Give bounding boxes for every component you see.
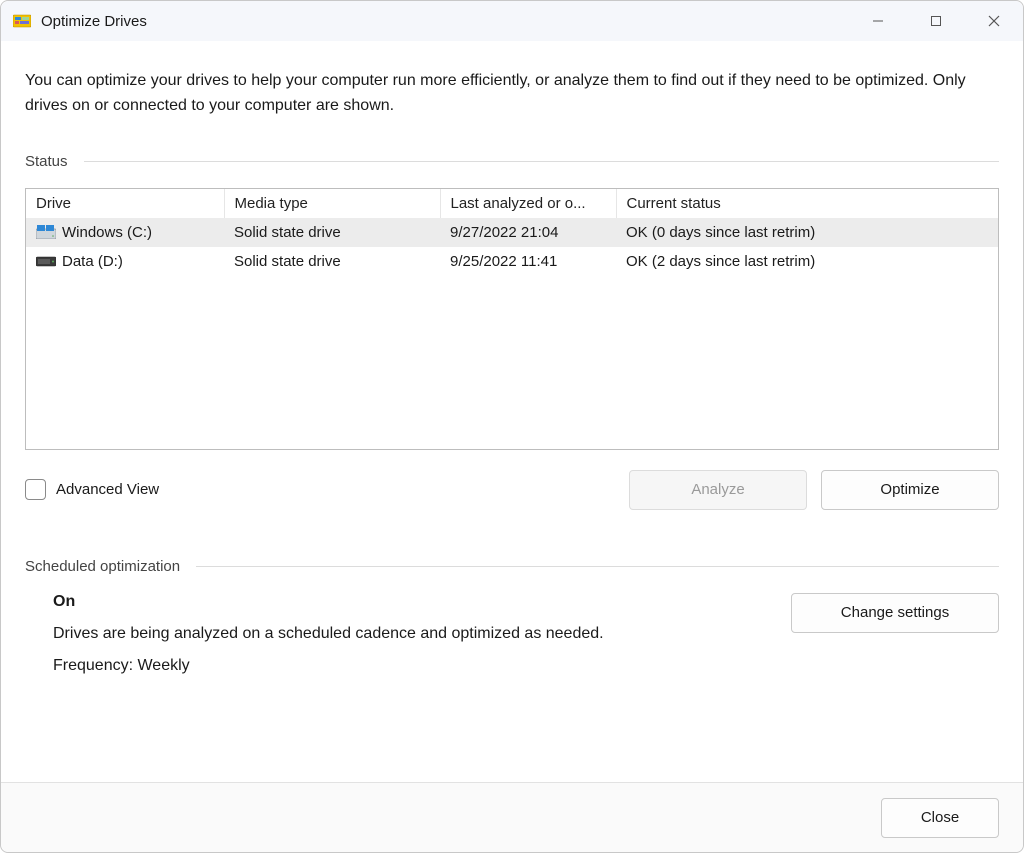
scheduled-section: Scheduled optimization On Drives are bei… [25, 558, 999, 675]
drive-list[interactable]: Drive Media type Last analyzed or o... C… [25, 188, 999, 450]
optimize-drives-window: Optimize Drives You can optimize your dr… [0, 0, 1024, 853]
app-icon [13, 12, 31, 30]
maximize-button[interactable] [907, 1, 965, 41]
scheduled-frequency: Frequency: Weekly [53, 657, 771, 675]
drive-name: Data (D:) [62, 253, 123, 270]
last-analyzed-cell: 9/25/2022 11:41 [440, 247, 616, 276]
advanced-view-label: Advanced View [56, 481, 159, 498]
close-button[interactable]: Close [881, 798, 999, 838]
drive-icon [36, 225, 56, 239]
checkbox-icon [25, 479, 46, 500]
table-header-row[interactable]: Drive Media type Last analyzed or o... C… [26, 189, 998, 218]
col-last-analyzed[interactable]: Last analyzed or o... [440, 189, 616, 218]
change-settings-button[interactable]: Change settings [791, 593, 999, 633]
advanced-view-checkbox[interactable]: Advanced View [25, 479, 159, 500]
status-section-header: Status [25, 153, 999, 170]
media-type-cell: Solid state drive [224, 218, 440, 247]
current-status-cell: OK (0 days since last retrim) [616, 218, 998, 247]
status-label: Status [25, 153, 68, 170]
window-title: Optimize Drives [41, 13, 147, 30]
divider [84, 161, 999, 162]
divider [196, 566, 999, 567]
titlebar[interactable]: Optimize Drives [1, 1, 1023, 41]
below-table-row: Advanced View Analyze Optimize [25, 470, 999, 510]
col-media-type[interactable]: Media type [224, 189, 440, 218]
analyze-button[interactable]: Analyze [629, 470, 807, 510]
intro-text: You can optimize your drives to help you… [25, 69, 985, 119]
drive-name: Windows (C:) [62, 224, 152, 241]
scheduled-state: On [53, 593, 771, 611]
col-current-status[interactable]: Current status [616, 189, 998, 218]
current-status-cell: OK (2 days since last retrim) [616, 247, 998, 276]
scheduled-label: Scheduled optimization [25, 558, 180, 575]
last-analyzed-cell: 9/27/2022 21:04 [440, 218, 616, 247]
col-drive[interactable]: Drive [26, 189, 224, 218]
scheduled-desc: Drives are being analyzed on a scheduled… [53, 625, 771, 643]
optimize-button[interactable]: Optimize [821, 470, 999, 510]
minimize-button[interactable] [849, 1, 907, 41]
table-row[interactable]: Data (D:) Solid state drive9/25/2022 11:4… [26, 247, 998, 276]
content-area: You can optimize your drives to help you… [1, 41, 1023, 782]
close-window-button[interactable] [965, 1, 1023, 41]
drive-icon [36, 254, 56, 268]
media-type-cell: Solid state drive [224, 247, 440, 276]
scheduled-section-header: Scheduled optimization [25, 558, 999, 575]
footer: Close [1, 782, 1023, 852]
table-row[interactable]: Windows (C:) Solid state drive9/27/2022 2… [26, 218, 998, 247]
